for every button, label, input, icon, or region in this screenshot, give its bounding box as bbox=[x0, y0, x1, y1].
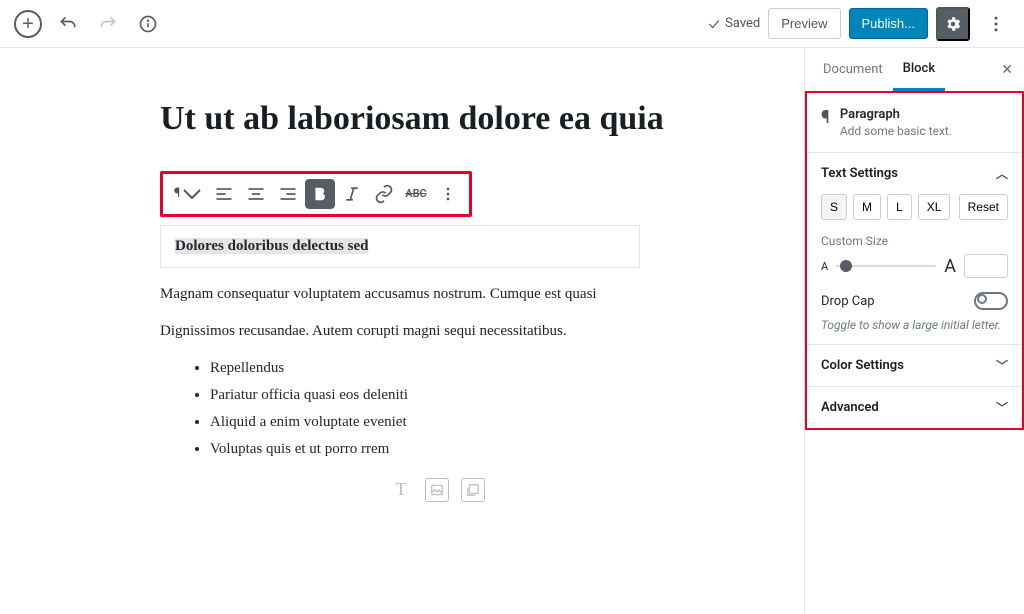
tab-document[interactable]: Document bbox=[813, 50, 893, 89]
paragraph-icon: ¶ bbox=[821, 107, 830, 138]
drop-cap-helper: Toggle to show a large initial letter. bbox=[821, 318, 1008, 332]
add-block-button[interactable]: + bbox=[10, 6, 46, 42]
italic-button[interactable] bbox=[337, 179, 367, 209]
size-m-button[interactable]: M bbox=[853, 194, 881, 220]
small-a-icon: A bbox=[821, 260, 828, 273]
size-l-button[interactable]: L bbox=[887, 194, 912, 220]
top-bar: + Saved Preview Publish... bbox=[0, 0, 1024, 48]
chevron-up-icon: ︿ bbox=[996, 165, 1008, 182]
chevron-down-icon: ﹀ bbox=[996, 399, 1008, 416]
preview-button[interactable]: Preview bbox=[768, 8, 840, 39]
custom-size-row: A A bbox=[821, 254, 1008, 278]
size-reset-button[interactable]: Reset bbox=[959, 194, 1008, 220]
paragraph-block[interactable]: Dignissimos recusandae. Autem corupti ma… bbox=[160, 323, 714, 340]
drop-cap-toggle[interactable] bbox=[974, 292, 1008, 310]
saved-status: Saved bbox=[707, 16, 760, 31]
font-size-row: S M L XL Reset bbox=[821, 194, 1008, 220]
publish-button[interactable]: Publish... bbox=[849, 8, 928, 39]
list-item[interactable]: Repellendus bbox=[210, 360, 714, 377]
advanced-section: Advanced ﹀ bbox=[807, 387, 1022, 428]
strikethrough-button[interactable]: ABC bbox=[401, 179, 431, 209]
color-settings-section: Color Settings ﹀ bbox=[807, 345, 1022, 387]
block-toolbar: ¶ ABC bbox=[160, 171, 472, 217]
saved-label: Saved bbox=[725, 16, 760, 31]
block-type-switcher[interactable]: ¶ bbox=[169, 179, 207, 209]
redo-button[interactable] bbox=[90, 6, 126, 42]
more-menu-button[interactable] bbox=[978, 6, 1014, 42]
align-right-button[interactable] bbox=[273, 179, 303, 209]
section-label: Advanced bbox=[821, 400, 879, 415]
editor-canvas: Ut ut ab laboriosam dolore ea quia ¶ ABC… bbox=[0, 48, 804, 614]
list-item[interactable]: Aliquid a enim voluptate eveniet bbox=[210, 414, 714, 431]
chevron-down-icon: ﹀ bbox=[996, 357, 1008, 374]
info-button[interactable] bbox=[130, 6, 166, 42]
paragraph-block[interactable]: Magnam consequatur voluptatem accusamus … bbox=[160, 286, 714, 303]
text-settings-section: Text Settings ︿ S M L XL Reset Custom Si… bbox=[807, 153, 1022, 345]
align-left-button[interactable] bbox=[209, 179, 239, 209]
custom-size-label: Custom Size bbox=[821, 234, 1008, 248]
settings-sidebar: Document Block × ¶ Paragraph Add some ba… bbox=[804, 48, 1024, 614]
paragraph-block-selected[interactable]: Dolores doloribus delectus sed bbox=[160, 225, 640, 268]
block-settings-panel: ¶ Paragraph Add some basic text. Text Se… bbox=[805, 91, 1024, 430]
block-type-header: ¶ Paragraph Add some basic text. bbox=[807, 93, 1022, 153]
sidebar-tabs: Document Block × bbox=[805, 48, 1024, 92]
plus-icon: + bbox=[14, 10, 42, 38]
list-block[interactable]: Repellendus Pariatur officia quasi eos d… bbox=[160, 360, 714, 458]
image-icon[interactable] bbox=[425, 478, 449, 502]
link-button[interactable] bbox=[369, 179, 399, 209]
sidebar-close-button[interactable]: × bbox=[998, 59, 1016, 80]
list-item[interactable]: Pariatur officia quasi eos deleniti bbox=[210, 387, 714, 404]
list-item[interactable]: Voluptas quis et ut porro rrem bbox=[210, 441, 714, 458]
text-icon[interactable]: T bbox=[389, 478, 413, 502]
section-label: Color Settings bbox=[821, 358, 904, 373]
inline-inserter: T bbox=[160, 478, 714, 502]
text-settings-header[interactable]: Text Settings ︿ bbox=[821, 165, 1008, 182]
bold-button[interactable] bbox=[305, 179, 335, 209]
tab-block[interactable]: Block bbox=[893, 49, 945, 91]
post-title[interactable]: Ut ut ab laboriosam dolore ea quia bbox=[160, 98, 714, 141]
large-a-icon: A bbox=[944, 256, 956, 277]
undo-button[interactable] bbox=[50, 6, 86, 42]
topbar-left: + bbox=[10, 6, 166, 42]
size-xl-button[interactable]: XL bbox=[918, 194, 951, 220]
gallery-icon[interactable] bbox=[461, 478, 485, 502]
block-type-name: Paragraph bbox=[840, 107, 952, 122]
font-size-input[interactable] bbox=[964, 254, 1008, 278]
topbar-right: Saved Preview Publish... bbox=[707, 6, 1014, 42]
size-s-button[interactable]: S bbox=[821, 194, 847, 220]
block-more-button[interactable] bbox=[433, 179, 463, 209]
section-label: Text Settings bbox=[821, 166, 898, 181]
advanced-header[interactable]: Advanced ﹀ bbox=[821, 399, 1008, 416]
color-settings-header[interactable]: Color Settings ﹀ bbox=[821, 357, 1008, 374]
settings-button[interactable] bbox=[936, 7, 970, 41]
drop-cap-label: Drop Cap bbox=[821, 294, 875, 309]
block-type-desc: Add some basic text. bbox=[840, 124, 952, 138]
align-center-button[interactable] bbox=[241, 179, 271, 209]
selected-text: Dolores doloribus delectus sed bbox=[175, 238, 368, 254]
font-size-slider[interactable] bbox=[836, 265, 936, 267]
